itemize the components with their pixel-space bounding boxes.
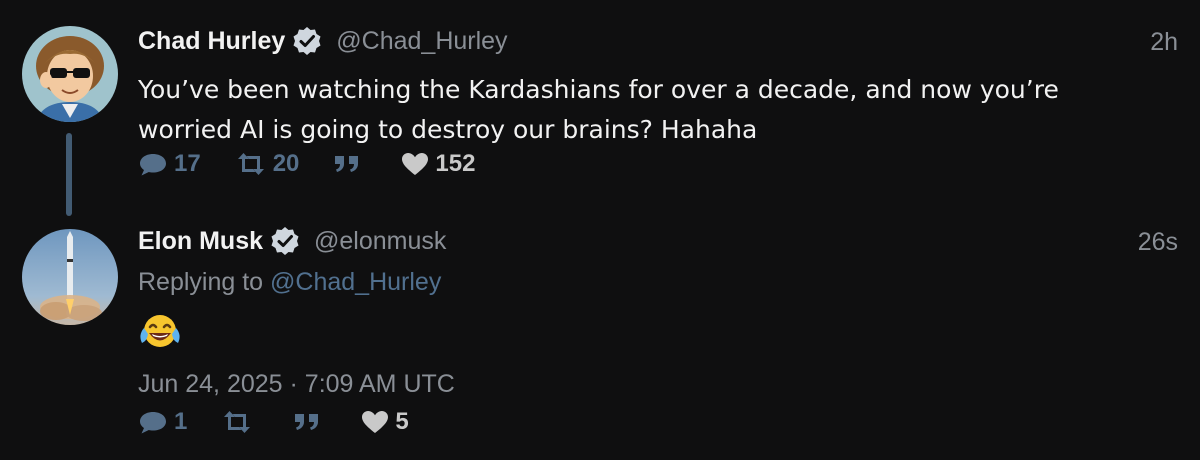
author-handle[interactable]: @elonmusk bbox=[314, 227, 446, 256]
like-count: 152 bbox=[435, 150, 476, 177]
like-count: 5 bbox=[395, 408, 409, 435]
tweet-actions: 1 5 bbox=[138, 408, 443, 436]
reply-count: 17 bbox=[174, 150, 201, 177]
author-handle[interactable]: @Chad_Hurley bbox=[336, 27, 507, 56]
retweet-button[interactable] bbox=[221, 410, 259, 434]
like-button[interactable]: 152 bbox=[401, 150, 475, 178]
tweet-header: Elon Musk @elonmusk bbox=[138, 226, 446, 256]
tweet-text: You’ve been watching the Kardashians for… bbox=[138, 75, 1059, 144]
tweet-date[interactable]: Jun 24, 2025 · 7:09 AM UTC bbox=[138, 370, 455, 399]
retweet-icon bbox=[224, 411, 251, 433]
reply-count: 1 bbox=[174, 408, 188, 435]
tweet-time[interactable]: 26s bbox=[1138, 228, 1178, 257]
retweet-icon bbox=[237, 153, 264, 175]
tweet-elon-musk[interactable]: Elon Musk @elonmusk 26s Replying to @Cha… bbox=[0, 215, 1200, 460]
quote-icon bbox=[295, 414, 319, 430]
avatar[interactable] bbox=[22, 26, 118, 122]
tweet-actions: 17 20 152 bbox=[138, 150, 509, 178]
heart-icon bbox=[362, 411, 389, 433]
reply-icon bbox=[140, 412, 166, 434]
replying-to-label: Replying to bbox=[138, 268, 264, 296]
retweet-count: 20 bbox=[272, 150, 300, 177]
retweet-button[interactable]: 20 bbox=[235, 150, 300, 178]
replying-to: Replying to @Chad_Hurley bbox=[138, 268, 441, 297]
verified-badge-icon bbox=[271, 227, 299, 255]
verified-badge-icon bbox=[293, 27, 321, 55]
face-with-tears-of-joy-emoji-icon bbox=[140, 315, 180, 347]
tweet-header: Chad Hurley @Chad_Hurley bbox=[138, 26, 508, 56]
author-name[interactable]: Elon Musk bbox=[138, 227, 263, 256]
reply-icon bbox=[140, 154, 166, 176]
replying-to-mention[interactable]: @Chad_Hurley bbox=[270, 268, 441, 296]
thread-line bbox=[66, 133, 72, 216]
heart-icon bbox=[402, 153, 429, 175]
tweet-chad-hurley[interactable]: Chad Hurley @Chad_Hurley 2h You’ve been … bbox=[0, 0, 1200, 216]
reply-button[interactable]: 17 bbox=[138, 150, 201, 178]
like-button[interactable]: 5 bbox=[361, 408, 409, 436]
reply-button[interactable]: 1 bbox=[138, 408, 187, 436]
tweet-time[interactable]: 2h bbox=[1150, 28, 1178, 57]
author-name[interactable]: Chad Hurley bbox=[138, 27, 285, 56]
avatar[interactable] bbox=[22, 229, 118, 325]
quote-icon bbox=[335, 156, 359, 172]
quote-button[interactable] bbox=[293, 411, 327, 433]
quote-button[interactable] bbox=[333, 153, 367, 175]
